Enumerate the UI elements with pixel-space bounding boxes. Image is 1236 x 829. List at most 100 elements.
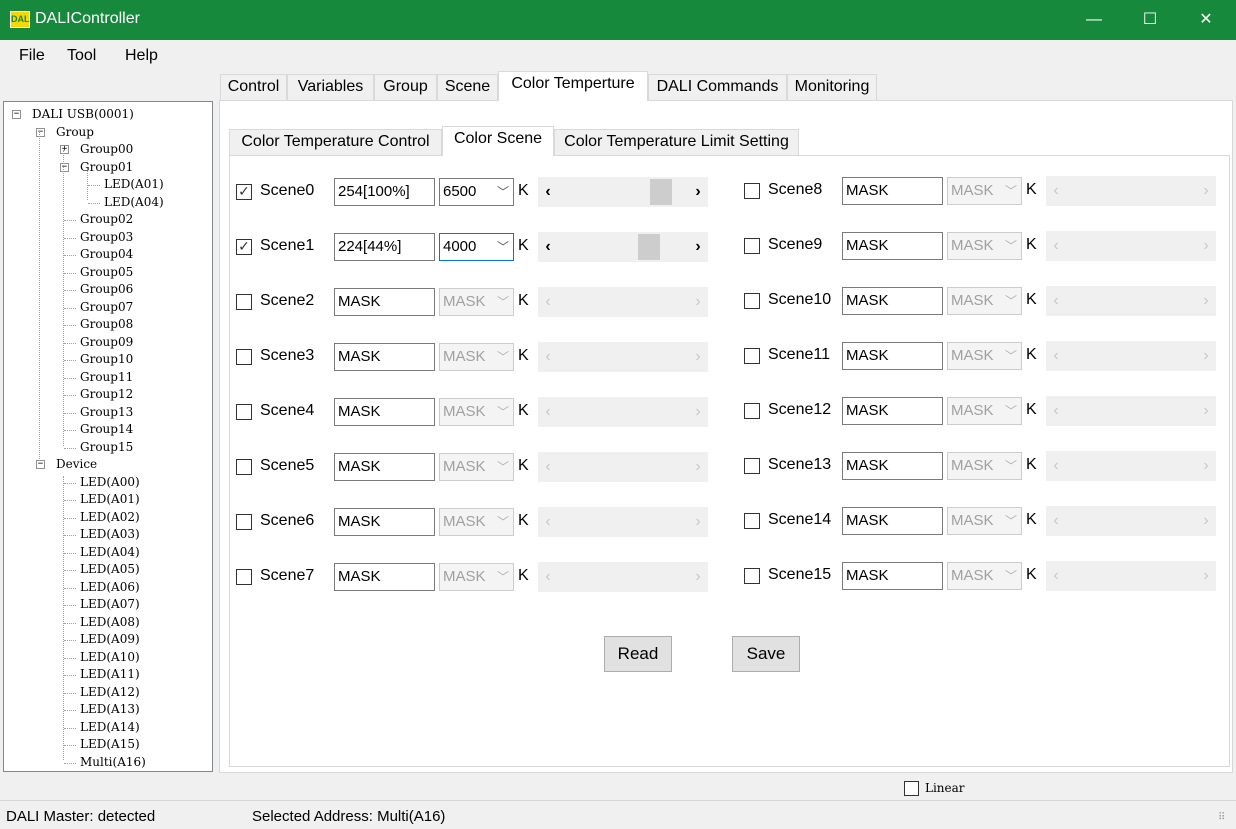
- scene3-checkbox[interactable]: [236, 349, 252, 365]
- scene2-level-field[interactable]: MASK: [334, 288, 435, 316]
- tree-device[interactable]: LED(A13): [80, 702, 140, 716]
- tree-group-node[interactable]: Group: [56, 125, 94, 139]
- scroll-right-arrow-icon[interactable]: ›: [688, 177, 708, 207]
- scene0-temperature-dropdown[interactable]: 6500 ﹀: [439, 178, 514, 206]
- subtab-color-temperature-limit[interactable]: Color Temperature Limit Setting: [554, 129, 799, 155]
- scene10-level-field[interactable]: MASK: [842, 287, 943, 315]
- minimize-button[interactable]: —: [1066, 0, 1122, 40]
- tree-group[interactable]: Group11: [80, 370, 133, 384]
- tab-scene[interactable]: Scene: [437, 74, 498, 100]
- tree-device[interactable]: LED(A01): [80, 492, 140, 506]
- tree-device[interactable]: LED(A02): [80, 510, 140, 524]
- tree-group[interactable]: Group12: [80, 387, 133, 401]
- tree-root[interactable]: DALI USB(0001): [32, 107, 134, 121]
- tree-group[interactable]: Group10: [80, 352, 133, 366]
- tree-group[interactable]: Group13: [80, 405, 133, 419]
- tree-device[interactable]: LED(A12): [80, 685, 140, 699]
- tree-group[interactable]: Group00: [80, 142, 133, 156]
- scene15-checkbox[interactable]: [744, 568, 760, 584]
- resize-grip-icon[interactable]: ⠿: [1218, 812, 1225, 823]
- scene1-slider-thumb[interactable]: [638, 234, 660, 260]
- scene3-level-field[interactable]: MASK: [334, 343, 435, 371]
- scene5-level-field[interactable]: MASK: [334, 453, 435, 481]
- tree-device[interactable]: Multi(A16): [80, 755, 146, 769]
- scene15-level-field[interactable]: MASK: [842, 562, 943, 590]
- scene9-checkbox[interactable]: [744, 238, 760, 254]
- read-button[interactable]: Read: [604, 636, 672, 672]
- tree-device[interactable]: LED(A05): [80, 562, 140, 576]
- tree-device[interactable]: LED(A03): [80, 527, 140, 541]
- scene8-checkbox[interactable]: [744, 183, 760, 199]
- scene10-checkbox[interactable]: [744, 293, 760, 309]
- subtab-color-scene[interactable]: Color Scene: [442, 126, 554, 156]
- tab-group[interactable]: Group: [374, 74, 437, 100]
- expand-toggle-icon[interactable]: −: [12, 110, 21, 119]
- tree-device[interactable]: LED(A11): [80, 667, 140, 681]
- scene1-temperature-slider[interactable]: ‹ ›: [538, 232, 708, 262]
- tree-device[interactable]: LED(A04): [80, 545, 140, 559]
- scene14-checkbox[interactable]: [744, 513, 760, 529]
- subtab-color-temperature-control[interactable]: Color Temperature Control: [229, 129, 442, 155]
- tab-control[interactable]: Control: [220, 74, 287, 100]
- tree-group[interactable]: Group15: [80, 440, 133, 454]
- tree-led[interactable]: LED(A01): [104, 177, 164, 191]
- tree-device[interactable]: LED(A14): [80, 720, 140, 734]
- tree-device[interactable]: LED(A00): [80, 475, 140, 489]
- scene4-level-field[interactable]: MASK: [334, 398, 435, 426]
- tree-group[interactable]: Group08: [80, 317, 133, 331]
- scene0-temperature-slider[interactable]: ‹ ›: [538, 177, 708, 207]
- scene1-level-field[interactable]: 224[44%]: [334, 233, 435, 261]
- tree-device[interactable]: LED(A08): [80, 615, 140, 629]
- expand-toggle-icon[interactable]: −: [36, 460, 45, 469]
- close-button[interactable]: ✕: [1178, 0, 1234, 40]
- tree-group[interactable]: Group04: [80, 247, 133, 261]
- scene8-level-field[interactable]: MASK: [842, 177, 943, 205]
- tree-device-node[interactable]: Device: [56, 457, 97, 471]
- tree-group[interactable]: Group06: [80, 282, 133, 296]
- scroll-left-arrow-icon[interactable]: ‹: [538, 177, 558, 207]
- scene14-level-field[interactable]: MASK: [842, 507, 943, 535]
- expand-toggle-icon[interactable]: −: [60, 162, 69, 172]
- expand-toggle-icon[interactable]: +: [60, 145, 69, 154]
- tree-group[interactable]: Group14: [80, 422, 133, 436]
- tree-device[interactable]: LED(A10): [80, 650, 140, 664]
- scene13-checkbox[interactable]: [744, 458, 760, 474]
- scene5-checkbox[interactable]: [236, 459, 252, 475]
- tree-group[interactable]: Group05: [80, 265, 133, 279]
- tab-color-temperture[interactable]: Color Temperture: [498, 71, 648, 101]
- tab-dali-commands[interactable]: DALI Commands: [648, 74, 787, 100]
- scene7-level-field[interactable]: MASK: [334, 563, 435, 591]
- tab-variables[interactable]: Variables: [287, 74, 374, 100]
- scene0-slider-thumb[interactable]: [650, 179, 672, 205]
- menu-file[interactable]: File: [19, 47, 45, 65]
- scene1-checkbox[interactable]: ✓: [236, 239, 252, 255]
- scene4-checkbox[interactable]: [236, 404, 252, 420]
- expand-toggle-icon[interactable]: −: [36, 127, 45, 137]
- tree-group[interactable]: Group03: [80, 230, 133, 244]
- scene0-level-field[interactable]: 254[100%]: [334, 178, 435, 206]
- scroll-right-arrow-icon[interactable]: ›: [688, 232, 708, 262]
- tree-group[interactable]: Group09: [80, 335, 133, 349]
- menu-help[interactable]: Help: [125, 47, 158, 65]
- scene6-checkbox[interactable]: [236, 514, 252, 530]
- save-button[interactable]: Save: [732, 636, 800, 672]
- linear-checkbox[interactable]: [904, 781, 919, 796]
- scroll-left-arrow-icon[interactable]: ‹: [538, 232, 558, 262]
- tab-monitoring[interactable]: Monitoring: [787, 74, 877, 100]
- scene9-level-field[interactable]: MASK: [842, 232, 943, 260]
- scene11-level-field[interactable]: MASK: [842, 342, 943, 370]
- tree-device[interactable]: LED(A07): [80, 597, 140, 611]
- tree-device[interactable]: LED(A06): [80, 580, 140, 594]
- tree-device[interactable]: LED(A15): [80, 737, 140, 751]
- scene13-level-field[interactable]: MASK: [842, 452, 943, 480]
- scene11-checkbox[interactable]: [744, 348, 760, 364]
- scene7-checkbox[interactable]: [236, 569, 252, 585]
- scene2-checkbox[interactable]: [236, 294, 252, 310]
- tree-group[interactable]: Group02: [80, 212, 133, 226]
- maximize-button[interactable]: ☐: [1122, 0, 1178, 40]
- scene0-checkbox[interactable]: ✓: [236, 184, 252, 200]
- scene1-temperature-dropdown[interactable]: 4000 ﹀: [439, 233, 514, 261]
- scene6-level-field[interactable]: MASK: [334, 508, 435, 536]
- scene12-checkbox[interactable]: [744, 403, 760, 419]
- tree-led[interactable]: LED(A04): [104, 195, 164, 209]
